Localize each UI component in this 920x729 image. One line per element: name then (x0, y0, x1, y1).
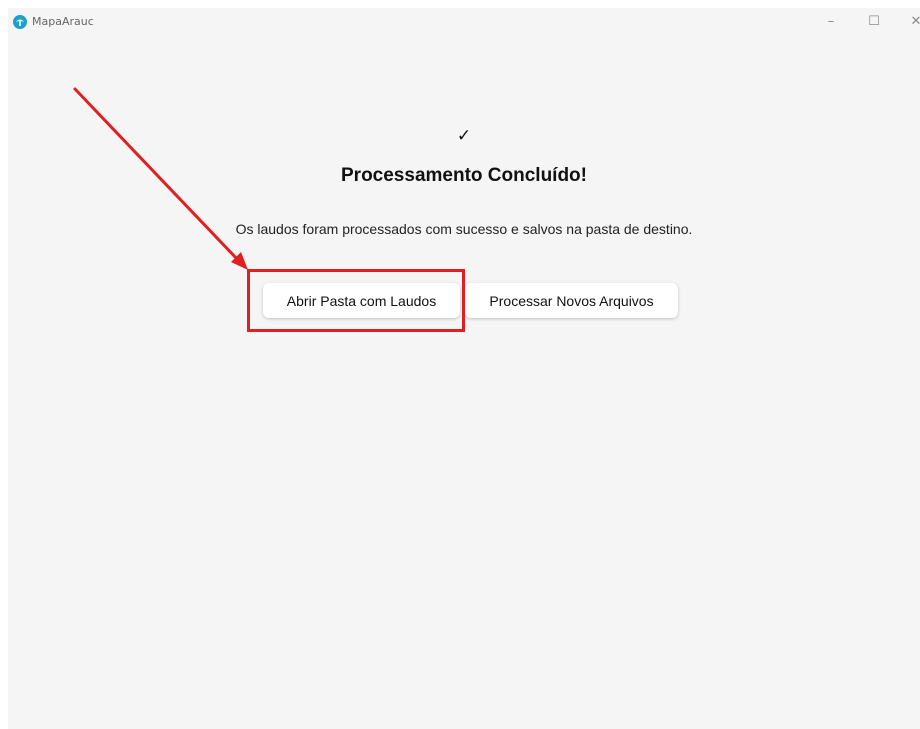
window-title: MapaArauc (32, 15, 94, 28)
app-window: MapaArauc – ☐ ✕ ✓ Processamento Concluíd… (8, 8, 920, 729)
completion-message: Os laudos foram processados com sucesso … (235, 221, 693, 237)
open-folder-button[interactable]: Abrir Pasta com Laudos (263, 283, 460, 318)
close-button[interactable]: ✕ (901, 10, 920, 32)
completion-heading: Processamento Concluído! (341, 165, 587, 186)
app-logo-icon (13, 15, 27, 29)
success-check-icon: ✓ (456, 126, 472, 146)
title-bar: MapaArauc – ☐ ✕ (8, 8, 920, 36)
maximize-button[interactable]: ☐ (859, 10, 889, 32)
process-new-files-button[interactable]: Processar Novos Arquivos (465, 283, 678, 318)
minimize-button[interactable]: – (816, 10, 846, 32)
